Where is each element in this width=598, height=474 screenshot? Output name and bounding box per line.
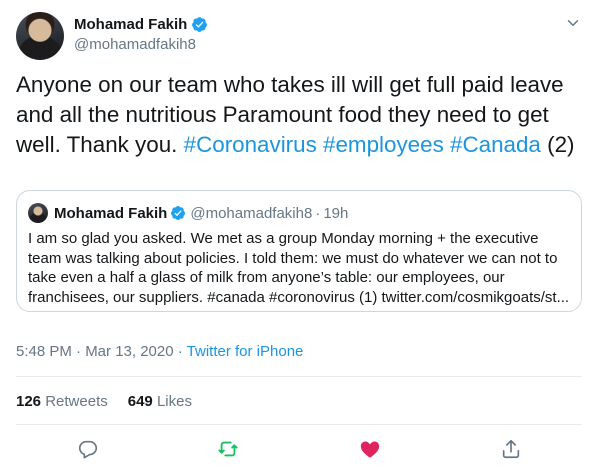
hashtag-link[interactable]: #employees [323,132,444,157]
quoted-tweet[interactable]: Mohamad Fakih @mohamadfakih8 · 19h I am … [16,190,582,312]
retweets-label: Retweets [45,393,108,410]
hashtag-link[interactable]: #Coronavirus [184,132,317,157]
chevron-down-icon[interactable] [564,14,582,32]
avatar[interactable] [16,12,64,60]
heart-icon[interactable] [359,438,381,460]
action-bar [0,438,598,464]
likes-label: Likes [156,393,192,410]
tweet-source-link[interactable]: Twitter for iPhone [187,343,304,360]
author-name[interactable]: Mohamad Fakih [74,16,187,33]
divider [16,424,582,425]
retweets-stat[interactable]: 126 Retweets [16,393,108,410]
quoted-tweet-text: I am so glad you asked. We met as a grou… [28,230,570,306]
tweet-text: Anyone on our team who takes ill will ge… [16,70,586,160]
share-icon[interactable] [500,438,522,460]
tweet-text-suffix: (2) [547,132,575,157]
quoted-header: Mohamad Fakih @mohamadfakih8 · 19h [54,203,348,223]
retweets-count: 126 [16,393,42,410]
author-block: Mohamad Fakih @mohamadfakih8 [74,14,208,53]
tweet-metadata: 5:48 PM · Mar 13, 2020 · Twitter for iPh… [16,343,303,360]
engagement-stats: 126 Retweets 649 Likes [16,393,192,410]
reply-icon[interactable] [77,438,99,460]
likes-stat[interactable]: 649 Likes [128,393,192,410]
author-name-row[interactable]: Mohamad Fakih [74,14,208,34]
verified-badge-icon [171,206,186,220]
divider [16,376,582,377]
verified-badge-icon [192,16,208,32]
author-handle[interactable]: @mohamadfakih8 [74,36,208,53]
quoted-timestamp: 19h [323,204,349,222]
quoted-avatar [28,203,48,223]
quoted-author-handle: @mohamadfakih8 [190,204,313,222]
retweet-icon[interactable] [217,438,239,460]
tweet-timestamp[interactable]: 5:48 PM · Mar 13, 2020 · [16,343,183,360]
likes-count: 649 [127,393,153,410]
hashtag-link[interactable]: #Canada [450,132,541,157]
separator-dot: · [315,204,321,222]
quoted-author-name: Mohamad Fakih [54,204,168,222]
